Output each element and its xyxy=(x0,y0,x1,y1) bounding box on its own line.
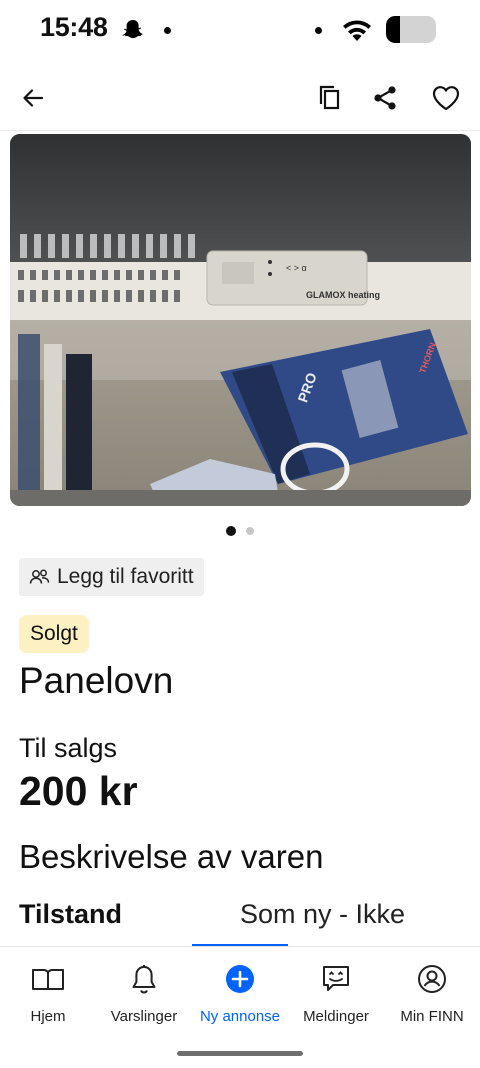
pager-dot[interactable] xyxy=(246,527,254,535)
bell-icon xyxy=(132,965,156,994)
condition-value: Som ny - Ikke xyxy=(240,899,406,929)
back-button[interactable] xyxy=(15,80,51,116)
favorite-heart-button[interactable] xyxy=(428,80,464,116)
listing-photo-image: GLAMOX heating < > α PRO THORN xyxy=(10,134,471,506)
copy-icon xyxy=(319,85,340,110)
battery-icon xyxy=(386,16,436,43)
profile-icon xyxy=(418,965,446,993)
listing-photo[interactable]: GLAMOX heating < > α PRO THORN xyxy=(10,134,471,506)
glamox-label: GLAMOX heating xyxy=(306,290,380,300)
battery-level xyxy=(386,16,400,43)
nav-label-messages: Meldinger xyxy=(303,1008,369,1025)
bottom-navigation: Hjem Varslinger Ny annonse Meldinger Min… xyxy=(0,946,480,1068)
home-icon xyxy=(32,969,64,990)
status-time: 15:48 xyxy=(40,12,108,42)
top-bar xyxy=(0,66,480,131)
nav-label-new-ad: Ny annonse xyxy=(199,1008,281,1025)
chat-icon xyxy=(323,966,349,991)
pager-dot-active[interactable] xyxy=(226,526,236,536)
people-icon xyxy=(29,569,50,584)
status-bar: 15:48 xyxy=(0,0,480,60)
condition-label: Tilstand xyxy=(19,899,123,929)
copy-button[interactable] xyxy=(312,80,348,116)
back-arrow-icon xyxy=(23,89,44,107)
status-dot xyxy=(315,27,322,34)
nav-item-notifications[interactable]: Varslinger xyxy=(96,947,192,1037)
home-indicator xyxy=(177,1051,303,1056)
status-badge: Solgt xyxy=(19,615,89,653)
plus-circle-icon xyxy=(226,965,254,993)
add-to-favorite-chip[interactable]: Legg til favoritt xyxy=(19,558,204,596)
nav-label-home: Hjem xyxy=(30,1008,66,1025)
nav-label-my-finn: Min FINN xyxy=(400,1008,464,1025)
status-dot xyxy=(164,27,171,34)
nav-item-new-ad[interactable]: Ny annonse xyxy=(192,947,288,1037)
snapchat-icon xyxy=(122,20,143,39)
nav-label-notifications: Varslinger xyxy=(110,1008,178,1025)
nav-item-home[interactable]: Hjem xyxy=(0,947,96,1037)
listing-title: Panelovn xyxy=(19,660,174,701)
svg-text:< > α: < > α xyxy=(286,263,307,273)
wifi-icon xyxy=(343,20,371,41)
description-heading: Beskrivelse av varen xyxy=(19,838,324,875)
nav-item-my-finn[interactable]: Min FINN xyxy=(384,947,480,1037)
heart-icon xyxy=(432,86,460,111)
gallery-pager xyxy=(0,526,480,538)
share-button[interactable] xyxy=(367,80,403,116)
share-icon xyxy=(374,86,396,110)
favorite-chip-label: Legg til favoritt xyxy=(57,565,194,588)
nav-item-messages[interactable]: Meldinger xyxy=(288,947,384,1037)
listing-price: 200 kr xyxy=(19,768,138,814)
for-sale-label: Til salgs xyxy=(19,733,118,763)
